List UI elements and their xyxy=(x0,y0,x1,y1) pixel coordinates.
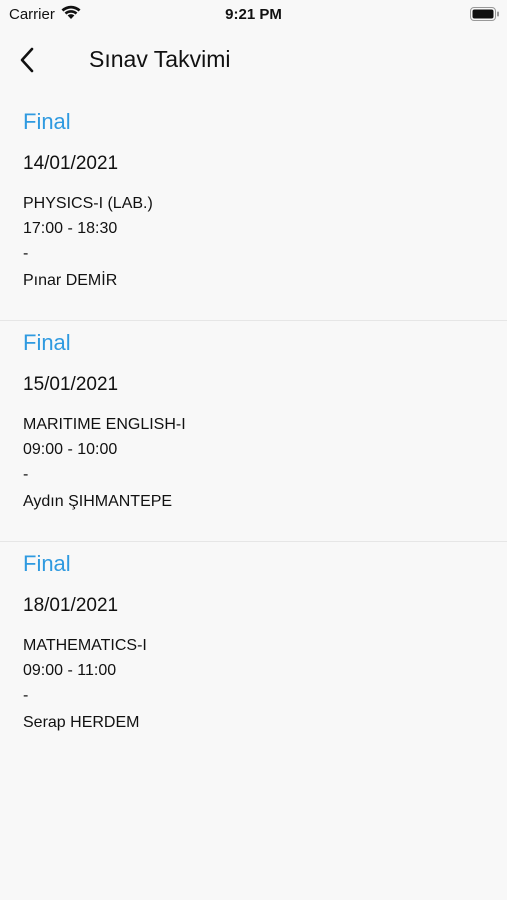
battery-icon xyxy=(470,7,500,26)
exam-time: 17:00 - 18:30 xyxy=(23,220,118,237)
status-bar: Carrier 9:21 PM xyxy=(0,0,507,30)
exam-course: PHYSICS-I (LAB.) xyxy=(23,195,153,212)
exam-course: MARITIME ENGLISH-I xyxy=(23,416,186,433)
exam-time: 09:00 - 10:00 xyxy=(23,441,118,458)
exam-time: 09:00 - 11:00 xyxy=(23,662,117,679)
exam-type: Final xyxy=(23,551,71,576)
chevron-left-icon xyxy=(20,47,34,73)
exam-instructor: Serap HERDEM xyxy=(23,714,140,731)
exam-card: Final 18/01/2021 MATHEMATICS-I 09:00 - 1… xyxy=(0,542,507,763)
exam-room: - xyxy=(23,245,29,262)
exam-date: 15/01/2021 xyxy=(23,374,119,395)
exam-list: Final 14/01/2021 PHYSICS-I (LAB.) 17:00 … xyxy=(0,100,507,763)
exam-type: Final xyxy=(23,109,71,134)
exam-card: Final 14/01/2021 PHYSICS-I (LAB.) 17:00 … xyxy=(0,100,507,321)
exam-card: Final 15/01/2021 MARITIME ENGLISH-I 09:0… xyxy=(0,321,507,542)
exam-room: - xyxy=(23,687,29,704)
back-button[interactable] xyxy=(12,44,44,76)
exam-instructor: Pınar DEMİR xyxy=(23,272,118,289)
exam-instructor: Aydın ŞIHMANTEPE xyxy=(23,493,173,510)
exam-date: 14/01/2021 xyxy=(23,153,119,174)
exam-course: MATHEMATICS-I xyxy=(23,637,147,654)
exam-date: 18/01/2021 xyxy=(23,595,119,616)
status-time: 9:21 PM xyxy=(225,6,282,23)
exam-room: - xyxy=(23,466,29,483)
page-title: Sınav Takvimi xyxy=(89,46,231,72)
navigation-bar: Sınav Takvimi xyxy=(0,30,507,90)
exam-type: Final xyxy=(23,330,71,355)
